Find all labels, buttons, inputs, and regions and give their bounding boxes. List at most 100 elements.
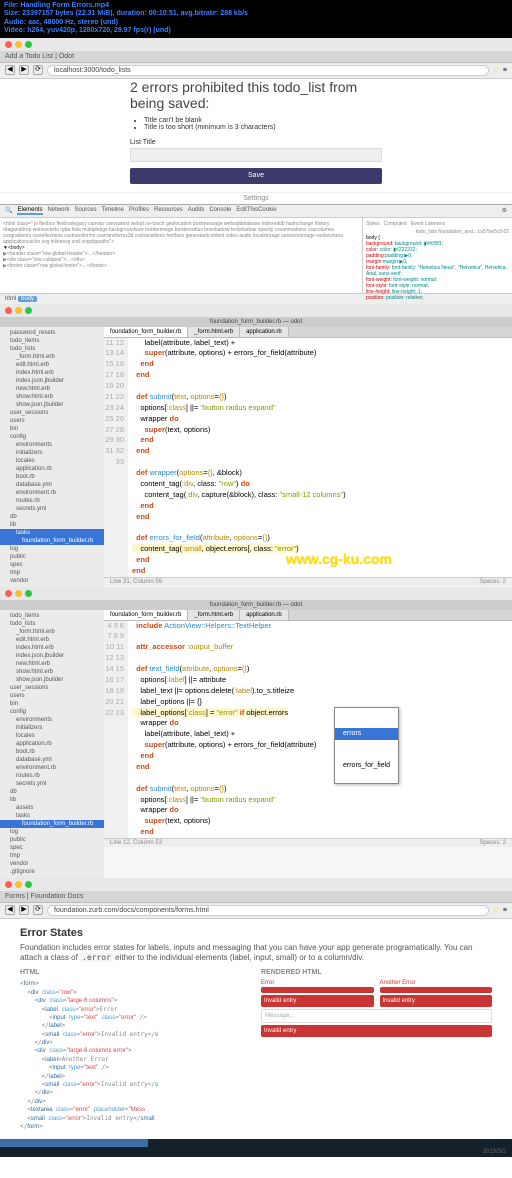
autocomplete-popup[interactable]: errors errors_for_field <box>334 707 399 784</box>
tree-item[interactable]: public <box>0 836 104 844</box>
tree-item[interactable]: _form.html.erb <box>0 628 104 636</box>
tree-item[interactable]: bin <box>0 700 104 708</box>
tree-item[interactable]: routes.rb <box>0 772 104 780</box>
minimize-icon[interactable] <box>15 590 22 597</box>
tab-cookie[interactable]: EditThisCookie <box>236 207 276 215</box>
tree-item[interactable]: db <box>0 788 104 796</box>
tab-audits[interactable]: Audits <box>188 207 205 215</box>
maximize-icon[interactable] <box>25 590 32 597</box>
tree-item[interactable]: tmp <box>0 852 104 860</box>
tree-item[interactable]: index.html.erb <box>0 369 104 377</box>
forward-button[interactable]: ▶ <box>19 905 29 915</box>
tree-item[interactable]: todo_items <box>0 612 104 620</box>
tree-item[interactable]: user_sessions <box>0 684 104 692</box>
tree-item[interactable]: password_resets <box>0 329 104 337</box>
css-prop[interactable]: font-family: font-family: "Helvetica Neu… <box>366 265 509 277</box>
crumb-html[interactable]: html <box>5 296 16 302</box>
forward-button[interactable]: ▶ <box>19 65 29 75</box>
tree-item[interactable]: edit.html.erb <box>0 636 104 644</box>
tab-file[interactable]: _form.html.erb <box>188 610 240 620</box>
settings-link[interactable]: Settings <box>0 192 512 204</box>
tree-item[interactable]: config <box>0 433 104 441</box>
tree-item[interactable]: new.html.erb <box>0 660 104 668</box>
crumb-body[interactable]: body <box>18 296 37 302</box>
menu-icon[interactable]: ≡ <box>503 67 507 74</box>
tree-item[interactable]: tmp <box>0 569 104 577</box>
minimize-icon[interactable] <box>15 41 22 48</box>
back-button[interactable]: ◀ <box>5 905 15 915</box>
tree-item[interactable]: tasks <box>0 812 104 820</box>
tree-item[interactable]: database.yml <box>0 481 104 489</box>
close-icon[interactable] <box>5 881 12 888</box>
tree-item[interactable]: user_sessions <box>0 409 104 417</box>
tab-file[interactable]: _form.html.erb <box>188 327 240 337</box>
code-area[interactable]: 11 12 13 14 15 16 17 18 19 20 21 22 23 2… <box>104 338 512 577</box>
code-body[interactable]: include ActionView::Helpers::TextHelper … <box>128 621 512 839</box>
elements-tree[interactable]: <html class=" js flexbox flexboxlegacy c… <box>0 218 362 293</box>
tree-item[interactable]: application.rb <box>0 740 104 748</box>
tree-item[interactable]: spec <box>0 561 104 569</box>
tree-item[interactable]: db <box>0 513 104 521</box>
minimize-icon[interactable] <box>15 881 22 888</box>
error-input[interactable] <box>380 987 493 993</box>
tree-item[interactable]: index.html.erb <box>0 644 104 652</box>
url-field[interactable]: localhost:3000/todo_lists <box>47 65 489 76</box>
tree-item[interactable]: initializers <box>0 724 104 732</box>
tree-item[interactable]: .gitignore <box>0 868 104 876</box>
tree-item[interactable]: locales <box>0 732 104 740</box>
gear-icon[interactable]: ⚙ <box>502 207 507 215</box>
url-field[interactable]: foundation.zurb.com/docs/components/form… <box>47 905 489 916</box>
close-icon[interactable] <box>5 590 12 597</box>
tree-item[interactable]: secrets.yml <box>0 780 104 788</box>
tab-network[interactable]: Network <box>48 207 70 215</box>
tree-item[interactable]: environment.rb <box>0 489 104 497</box>
tree-item[interactable]: show.html.erb <box>0 668 104 676</box>
tree-item[interactable]: boot.rb <box>0 748 104 756</box>
tab-sources[interactable]: Sources <box>75 207 97 215</box>
tree-item[interactable]: database.yml <box>0 756 104 764</box>
tab-elements[interactable]: Elements <box>17 207 42 215</box>
browser-tab[interactable]: Add a Todo List | Odot <box>0 51 512 63</box>
tree-item[interactable]: todo_items <box>0 337 104 345</box>
tree-item[interactable]: lib <box>0 796 104 804</box>
save-button[interactable]: Save <box>130 168 382 184</box>
tree-item[interactable]: edit.html.erb <box>0 361 104 369</box>
tree-item-selected[interactable]: foundation_form_builder.rb <box>0 820 104 828</box>
error-input[interactable] <box>261 987 374 993</box>
tab-resources[interactable]: Resources <box>154 207 183 215</box>
file-tree[interactable]: todo_items todo_lists _form.html.erb edi… <box>0 610 104 878</box>
tree-item[interactable]: vendor <box>0 577 104 585</box>
tree-item[interactable]: index.json.jbuilder <box>0 652 104 660</box>
tree-item[interactable]: tasks <box>0 529 104 537</box>
tree-item[interactable]: vendor <box>0 860 104 868</box>
minimize-icon[interactable] <box>15 307 22 314</box>
maximize-icon[interactable] <box>25 881 32 888</box>
star-icon[interactable]: ☆ <box>493 906 499 914</box>
tree-item[interactable]: spec <box>0 844 104 852</box>
css-prop[interactable]: position: position: relative; <box>366 295 509 301</box>
tab-file[interactable]: foundation_form_builder.rb <box>104 327 188 337</box>
video-progress[interactable] <box>0 1139 512 1147</box>
reload-button[interactable]: ⟳ <box>33 905 43 915</box>
tree-item[interactable]: show.json.jbuilder <box>0 401 104 409</box>
tree-item[interactable]: bin <box>0 425 104 433</box>
tab-file[interactable]: application.rb <box>240 327 289 337</box>
tree-item[interactable]: show.html.erb <box>0 393 104 401</box>
tree-item[interactable]: public <box>0 553 104 561</box>
tree-item[interactable]: routes.rb <box>0 497 104 505</box>
tree-item[interactable]: boot.rb <box>0 473 104 481</box>
tab-console[interactable]: Console <box>209 207 231 215</box>
maximize-icon[interactable] <box>25 307 32 314</box>
tree-item[interactable]: assets <box>0 804 104 812</box>
autocomplete-item[interactable]: errors <box>335 728 398 740</box>
close-icon[interactable] <box>5 41 12 48</box>
back-button[interactable]: ◀ <box>5 65 15 75</box>
close-icon[interactable] <box>5 307 12 314</box>
tree-item[interactable]: secrets.yml <box>0 505 104 513</box>
tab-profiles[interactable]: Profiles <box>129 207 149 215</box>
tree-item[interactable]: new.html.erb <box>0 385 104 393</box>
tree-item[interactable]: log <box>0 545 104 553</box>
tree-item[interactable]: environments <box>0 716 104 724</box>
tree-item[interactable]: lib <box>0 521 104 529</box>
tree-item[interactable]: todo_lists <box>0 620 104 628</box>
